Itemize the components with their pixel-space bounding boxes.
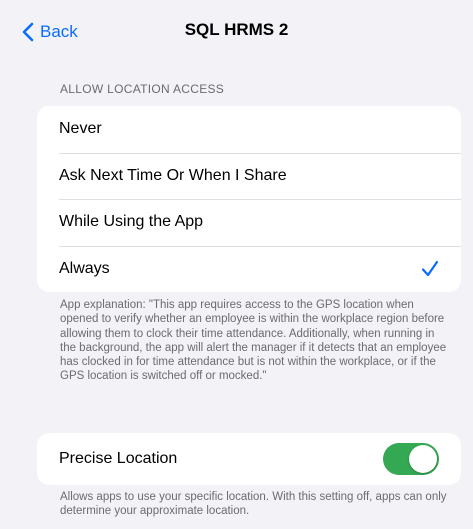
location-access-options: Never Ask Next Time Or When I Share Whil…	[37, 106, 461, 292]
option-label: Ask Next Time Or When I Share	[59, 166, 287, 184]
section-header-location-access: ALLOW LOCATION ACCESS	[60, 82, 225, 96]
page-title: SQL HRMS 2	[184, 20, 289, 39]
option-label: While Using the App	[59, 213, 204, 231]
option-ask-next-time[interactable]: Ask Next Time Or When I Share	[37, 152, 461, 200]
option-never[interactable]: Never	[37, 106, 461, 153]
option-label: Always	[59, 259, 110, 277]
precise-location-label: Precise Location	[59, 450, 178, 467]
option-always[interactable]: Always	[37, 245, 461, 293]
precise-location-toggle[interactable]	[383, 443, 439, 475]
option-label: Never	[59, 120, 102, 138]
precise-location-group: Precise Location	[37, 433, 461, 485]
checkmark-icon	[421, 260, 439, 276]
navigation-bar: Back SQL HRMS 2	[0, 0, 473, 66]
precise-location-description: Allows apps to use your specific locatio…	[60, 491, 447, 518]
option-while-using[interactable]: While Using the App	[37, 199, 461, 246]
precise-location-row: Precise Location	[37, 433, 461, 485]
app-explanation-text: App explanation: "This app requires acce…	[60, 299, 447, 383]
toggle-knob	[409, 445, 437, 473]
